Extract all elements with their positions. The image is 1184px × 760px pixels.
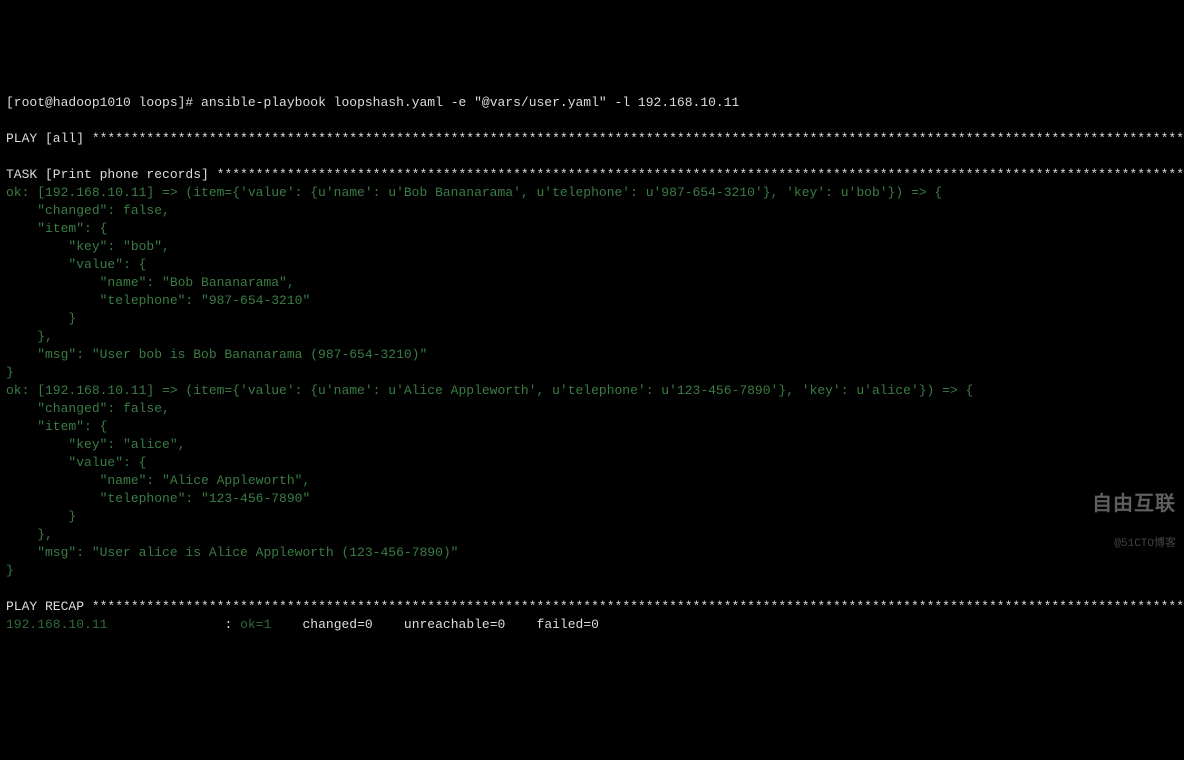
recap-failed: failed=0 [505, 617, 599, 632]
task-header: TASK [Print phone records] *************… [6, 167, 1184, 182]
recap-host: 192.168.10.11 [6, 617, 107, 632]
recap-changed: changed=0 [271, 617, 372, 632]
play-header: PLAY [all] *****************************… [6, 131, 1184, 146]
task-result-2: ok: [192.168.10.11] => (item={'value': {… [6, 383, 973, 578]
recap-header: PLAY RECAP *****************************… [6, 599, 1184, 614]
shell-prompt: [root@hadoop1010 loops]# ansible-playboo… [6, 95, 739, 110]
recap-unreachable: unreachable=0 [373, 617, 506, 632]
recap-ok: ok=1 [240, 617, 271, 632]
recap-line: 192.168.10.11 : ok=1 changed=0 unreachab… [6, 617, 599, 632]
watermark-subtext: @51CTO博客 [1114, 538, 1176, 550]
command-text: ansible-playbook loopshash.yaml -e "@var… [201, 95, 739, 110]
task-result-1: ok: [192.168.10.11] => (item={'value': {… [6, 185, 942, 380]
terminal-output: [root@hadoop1010 loops]# ansible-playboo… [6, 76, 1178, 634]
watermark: 自由互联 @51CTO博客 [1066, 479, 1176, 553]
watermark-text: 自由互联 [1092, 494, 1176, 517]
